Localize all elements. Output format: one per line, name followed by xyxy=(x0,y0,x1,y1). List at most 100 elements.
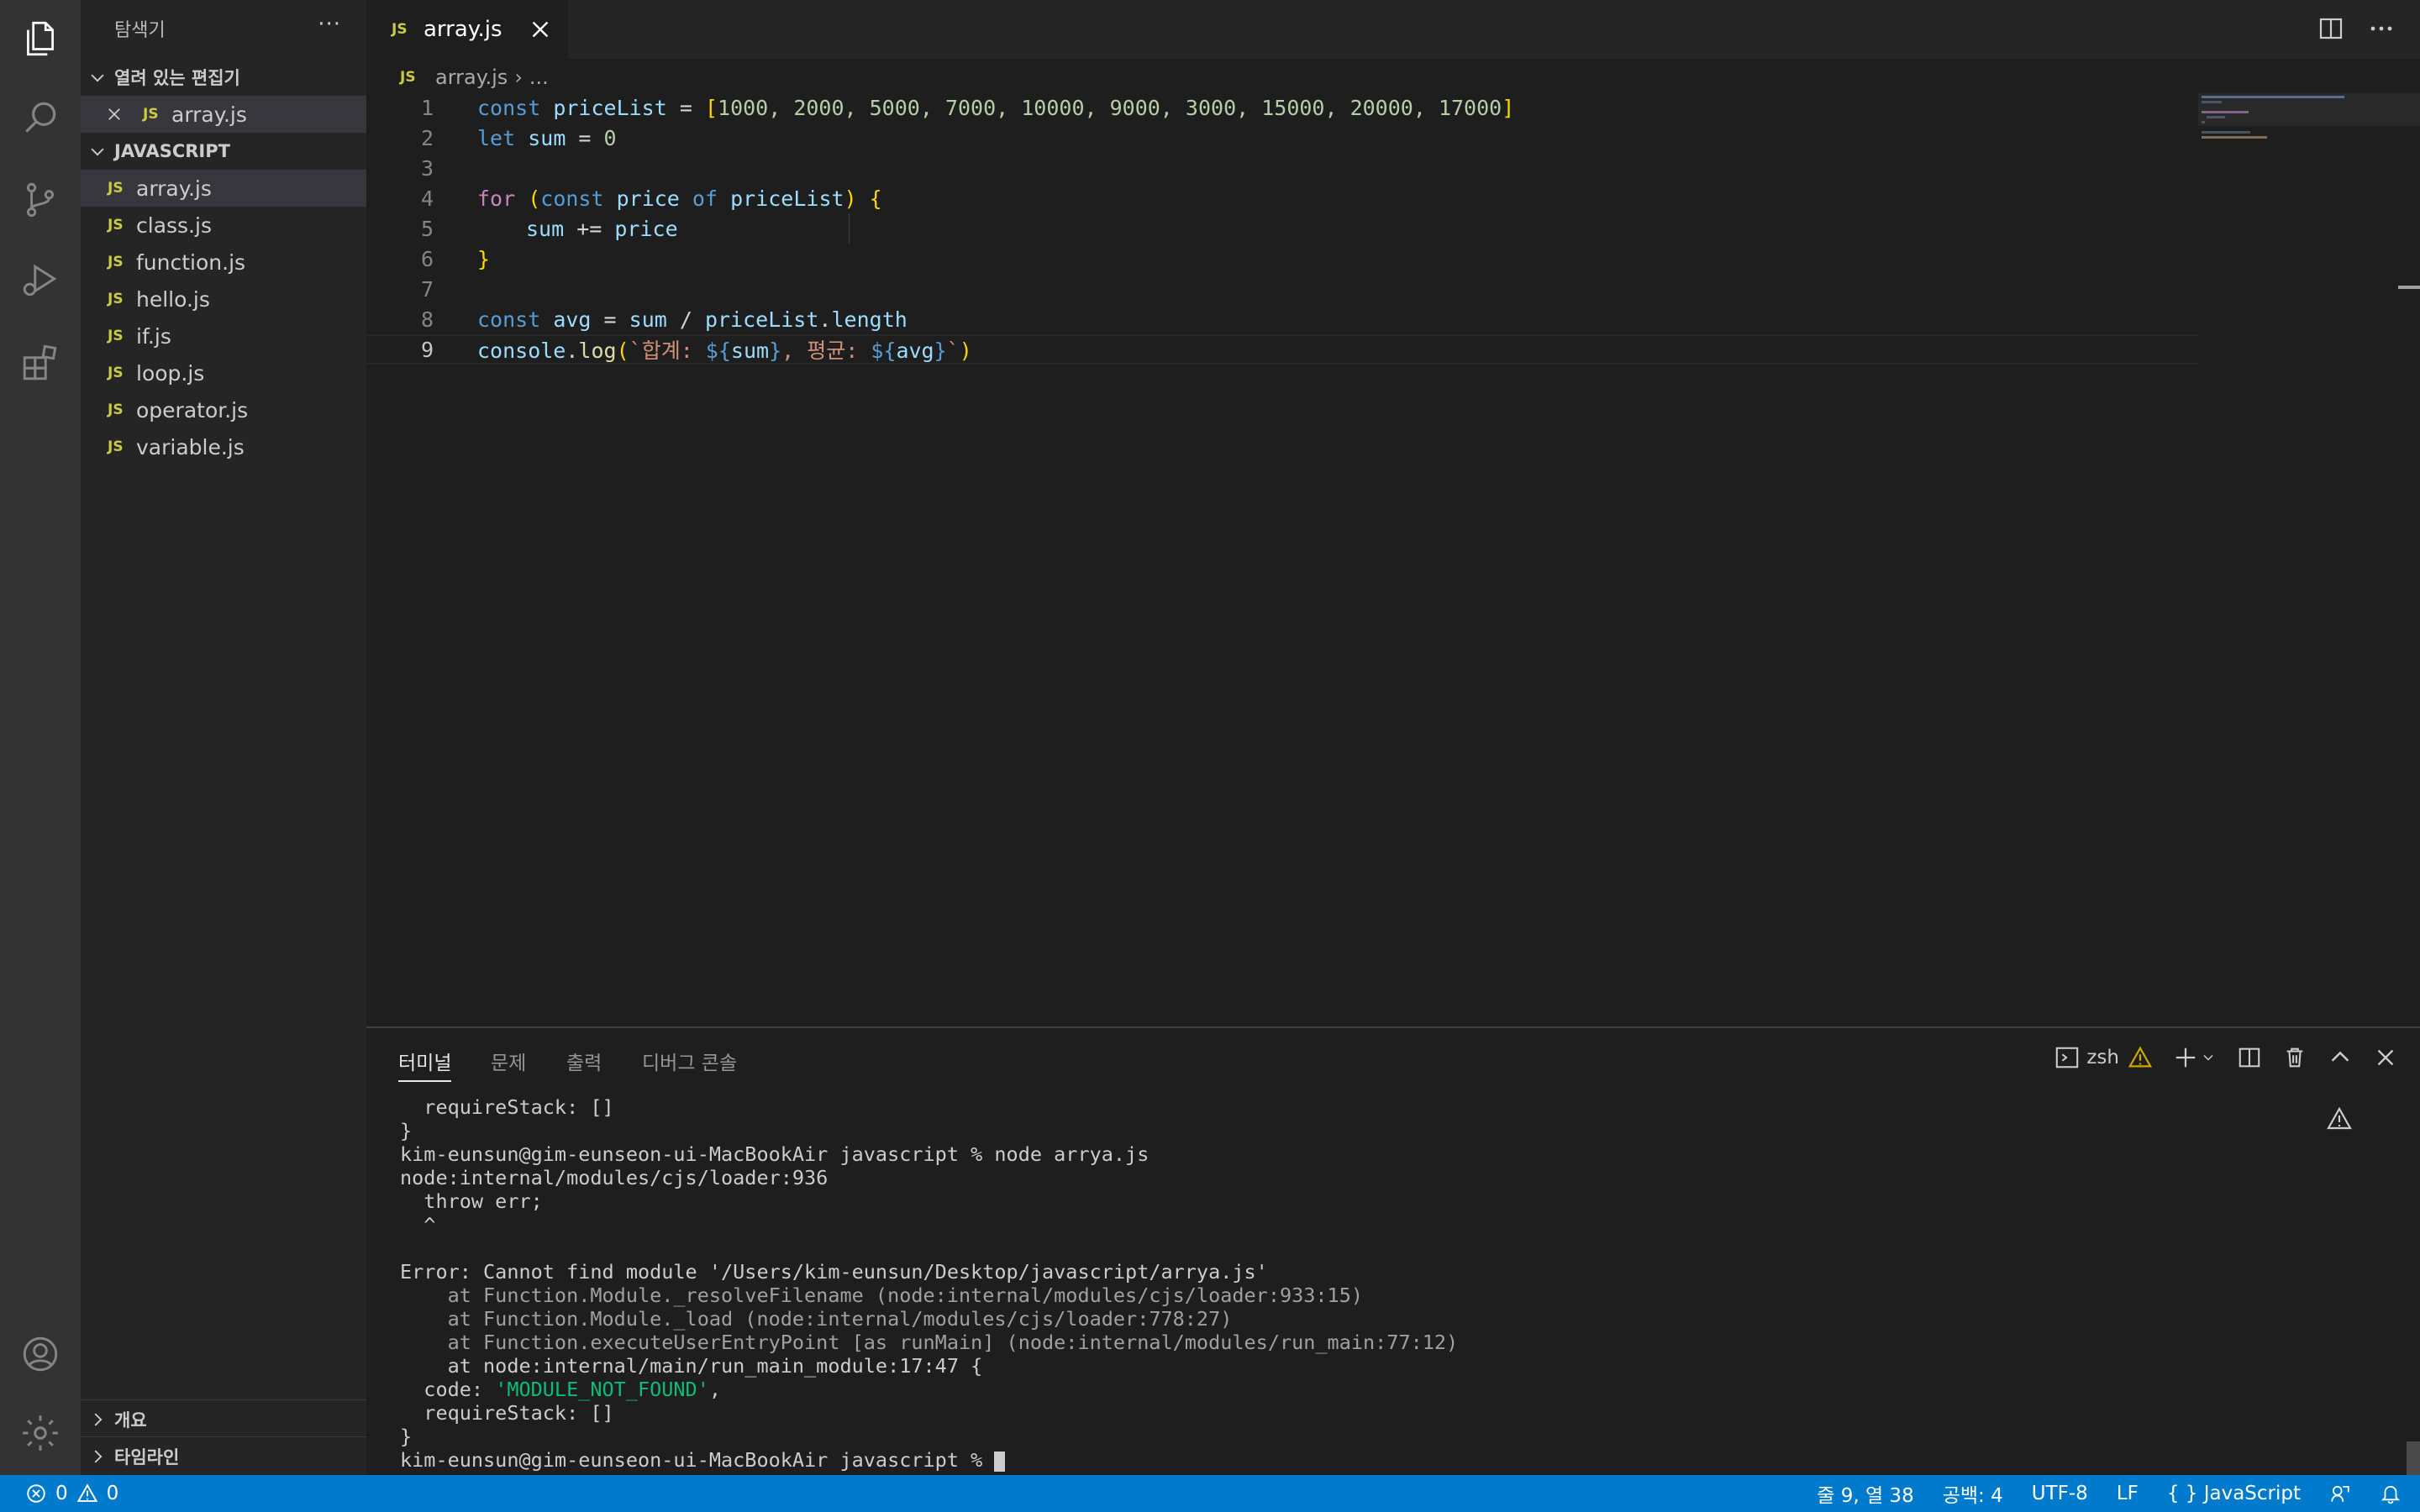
chevron-up-icon[interactable] xyxy=(2328,1045,2353,1070)
js-file-icon: JS xyxy=(108,328,124,344)
minimap[interactable] xyxy=(2198,92,2408,193)
file-item-function[interactable]: JS function.js xyxy=(81,244,366,281)
tab-terminal[interactable]: 터미널 xyxy=(398,1047,452,1082)
warning-icon xyxy=(76,1483,97,1502)
code-editor[interactable]: 1 const priceList = [1000, 2000, 5000, 7… xyxy=(366,92,2198,1025)
file-label: variable.js xyxy=(136,434,245,459)
open-editor-label: array.js xyxy=(171,102,247,127)
split-terminal-icon[interactable] xyxy=(2237,1045,2262,1070)
scrollbar-cursor-marker xyxy=(2398,286,2420,289)
error-count: 0 xyxy=(55,1483,68,1504)
file-item-array[interactable]: JS array.js xyxy=(81,170,366,207)
language-label: JavaScript xyxy=(2203,1483,2301,1504)
outline-header[interactable]: 개요 xyxy=(81,1401,366,1438)
open-editors-header[interactable]: 열려 있는 편집기 xyxy=(81,59,366,96)
file-label: function.js xyxy=(136,249,246,275)
accounts-icon[interactable] xyxy=(17,1331,64,1378)
file-item-loop[interactable]: JS loop.js xyxy=(81,354,366,391)
code-text: } xyxy=(477,246,491,271)
terminal-shell-label[interactable]: zsh xyxy=(2086,1047,2119,1068)
terminal-output[interactable]: requireStack: [] } kim-eunsun@gim-eunseo… xyxy=(400,1095,1458,1472)
notifications-bell-icon[interactable] xyxy=(2380,1483,2402,1504)
run-debug-icon[interactable] xyxy=(17,257,64,304)
line-number: 9 xyxy=(420,337,434,362)
code-text: const priceList = [1000, 2000, 5000, 700… xyxy=(477,95,1515,120)
code-line: 7 xyxy=(366,274,2198,304)
chevron-right-icon xyxy=(81,1410,114,1429)
file-item-operator[interactable]: JS operator.js xyxy=(81,391,366,428)
file-item-if[interactable]: JS if.js xyxy=(81,318,366,354)
line-number: 5 xyxy=(420,216,434,241)
tab-label: array.js xyxy=(424,17,502,42)
close-icon[interactable] xyxy=(2373,1045,2398,1070)
bottom-panel: 터미널 문제 출력 디버그 콘솔 zsh requireStack: [] } … xyxy=(366,1026,2420,1475)
source-control-icon[interactable] xyxy=(17,176,64,223)
line-number: 8 xyxy=(420,307,434,332)
error-icon xyxy=(27,1484,45,1503)
code-line: 2 let sum = 0 xyxy=(366,123,2198,153)
js-file-icon: JS xyxy=(143,106,159,123)
close-icon[interactable] xyxy=(81,106,131,123)
encoding[interactable]: UTF-8 xyxy=(2032,1483,2088,1504)
timeline-header[interactable]: 타임라인 xyxy=(81,1438,366,1475)
minimap-line xyxy=(2207,116,2225,118)
activity-bar xyxy=(0,0,81,1475)
warning-icon[interactable] xyxy=(2326,1105,2353,1132)
problems-status[interactable]: 0 0 xyxy=(25,1483,118,1504)
split-editor-icon[interactable] xyxy=(2317,15,2344,42)
sidebar-more-button[interactable]: ··· xyxy=(318,12,341,37)
file-item-hello[interactable]: JS hello.js xyxy=(81,281,366,318)
terminal-scrollbar[interactable] xyxy=(2407,1441,2420,1475)
search-icon[interactable] xyxy=(17,94,64,141)
indent-guide xyxy=(849,213,850,244)
explorer-sidebar: 탐색기 ··· 열려 있는 편집기 JS array.js JAVASCRIPT… xyxy=(81,0,366,1475)
code-text: sum += price xyxy=(526,216,678,241)
divider xyxy=(81,1436,366,1437)
new-terminal-plus-icon[interactable] xyxy=(2173,1045,2198,1070)
open-editors-label: 열려 있는 편집기 xyxy=(114,68,240,88)
code-line: 5 sum += price xyxy=(366,213,2198,244)
open-editor-item[interactable]: JS array.js xyxy=(81,96,366,133)
js-file-icon: JS xyxy=(108,254,124,270)
end-of-line[interactable]: LF xyxy=(2117,1483,2139,1504)
tab-problems[interactable]: 문제 xyxy=(491,1047,526,1075)
file-label: if.js xyxy=(136,323,171,349)
trash-icon[interactable] xyxy=(2282,1045,2307,1070)
sidebar-title: 탐색기 xyxy=(114,20,166,41)
tab-output[interactable]: 출력 xyxy=(566,1047,602,1075)
timeline-label: 타임라인 xyxy=(114,1447,180,1467)
breadcrumb-rest[interactable]: ... xyxy=(529,66,549,89)
folder-header-javascript[interactable]: JAVASCRIPT xyxy=(81,133,366,170)
chevron-right-icon xyxy=(81,1447,114,1466)
code-line: 6 } xyxy=(366,244,2198,274)
minimap-line xyxy=(2202,101,2222,103)
status-bar: 0 0 줄 9, 열 38 공백: 4 UTF-8 LF { } JavaScr… xyxy=(0,1475,2420,1512)
file-label: class.js xyxy=(136,213,212,238)
minimap-line xyxy=(2202,111,2249,113)
tab-array-js[interactable]: JS array.js xyxy=(366,0,568,59)
js-file-icon: JS xyxy=(108,291,124,307)
divider xyxy=(81,1399,366,1400)
tab-debug-console[interactable]: 디버그 콘솔 xyxy=(642,1047,737,1075)
code-text: console.log(`합계: ${sum}, 평균: ${avg}`) xyxy=(477,339,972,363)
settings-gear-icon[interactable] xyxy=(17,1410,64,1457)
folder-label: JAVASCRIPT xyxy=(114,141,230,161)
close-icon[interactable] xyxy=(528,17,553,42)
code-text: let sum = 0 xyxy=(477,125,617,150)
feedback-icon[interactable] xyxy=(2329,1483,2351,1504)
file-item-class[interactable]: JS class.js xyxy=(81,207,366,244)
line-number: 4 xyxy=(420,186,434,211)
file-item-variable[interactable]: JS variable.js xyxy=(81,428,366,465)
more-actions-icon[interactable] xyxy=(2368,15,2395,42)
extensions-icon[interactable] xyxy=(17,339,64,386)
terminal-icon xyxy=(2056,1047,2079,1068)
indentation[interactable]: 공백: 4 xyxy=(1943,1479,2003,1508)
language-mode[interactable]: { } JavaScript xyxy=(2167,1483,2301,1504)
chevron-down-icon[interactable] xyxy=(2200,1045,2217,1070)
js-file-icon: JS xyxy=(108,402,124,418)
explorer-icon[interactable] xyxy=(17,15,64,62)
breadcrumb-file[interactable]: array.js xyxy=(435,66,508,89)
code-text: const avg = sum / priceList.length xyxy=(477,307,908,332)
cursor-position[interactable]: 줄 9, 열 38 xyxy=(1817,1479,1913,1508)
code-line: 3 xyxy=(366,153,2198,183)
